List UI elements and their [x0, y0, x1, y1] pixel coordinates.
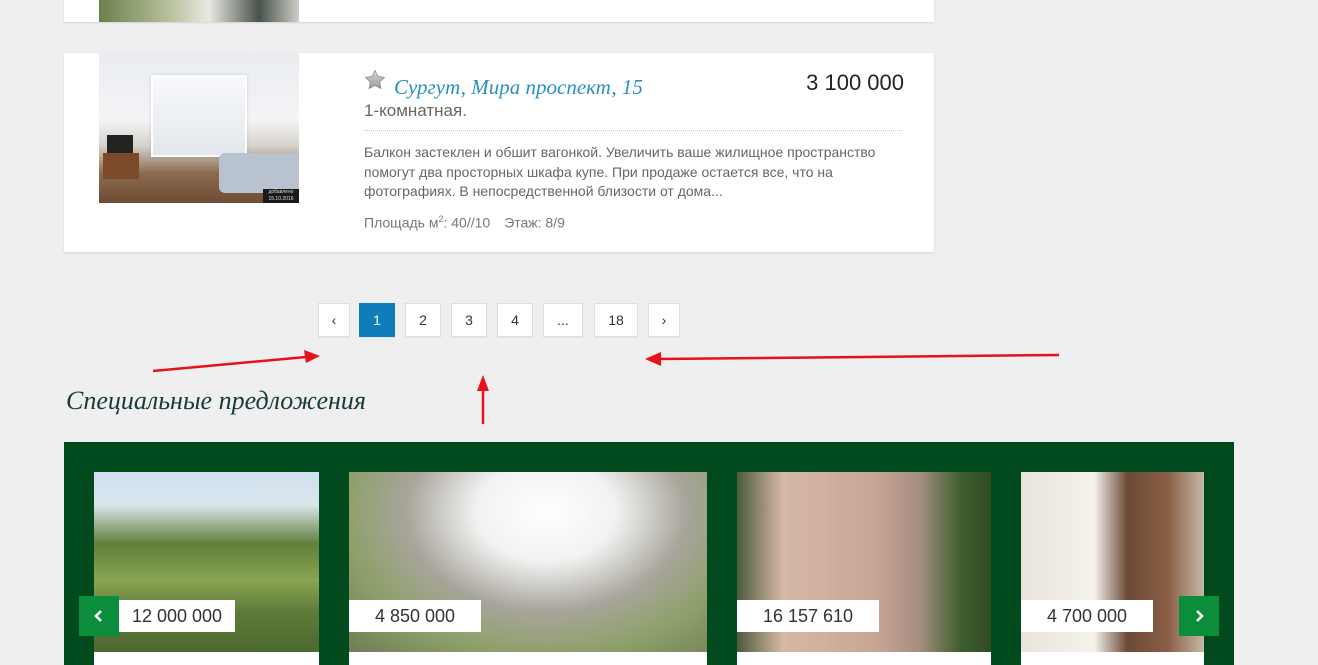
annotation-arrow-left — [152, 355, 307, 373]
offer-price-4: 4 700 000 — [1021, 600, 1153, 632]
listing-card: добавлено 15.10.2016 Сургут, Мира проспе… — [64, 53, 934, 252]
offer-card-3[interactable]: 16 157 610 — [737, 472, 991, 665]
offer-card-4[interactable]: 4 700 000 — [1021, 472, 1204, 665]
pagination-page-1[interactable]: 1 — [359, 303, 395, 337]
annotation-arrowhead-up — [477, 375, 489, 391]
pagination-page-4[interactable]: 4 — [497, 303, 533, 337]
carousel-next-button[interactable] — [1179, 596, 1219, 636]
offer-price-2: 4 850 000 — [349, 600, 481, 632]
chevron-left-icon — [94, 610, 102, 622]
photo-tv — [107, 135, 133, 153]
chevron-right-icon — [1196, 610, 1204, 622]
photo-stand — [103, 153, 139, 179]
previous-listing-card — [64, 0, 934, 22]
pagination-ellipsis[interactable]: ... — [543, 303, 583, 337]
listing-rooms: 1-комнатная. — [364, 101, 467, 120]
previous-listing-photo[interactable] — [99, 0, 299, 22]
photo-window — [151, 75, 247, 157]
listing-photo[interactable]: добавлено 15.10.2016 — [99, 53, 299, 203]
annotation-arrowhead-right — [645, 352, 661, 366]
annotation-arrowhead-left — [304, 350, 320, 363]
area-label: Площадь м — [364, 214, 439, 231]
carousel-prev-button[interactable] — [79, 596, 119, 636]
special-offers-title: Специальные предложения — [66, 386, 367, 415]
pagination-page-2[interactable]: 2 — [405, 303, 441, 337]
annotation-arrow-right — [659, 353, 1060, 361]
page: добавлено 15.10.2016 Сургут, Мира проспе… — [0, 0, 1318, 665]
floor-value: Этаж: 8/9 — [504, 214, 565, 231]
special-offers-carousel: 12 000 000 4 850 000 16 157 610 4 700 00… — [64, 442, 1234, 665]
offer-card-2[interactable]: 4 850 000 — [349, 472, 707, 665]
listing-title-link[interactable]: Сургут, Мира проспект, 15 — [394, 75, 643, 100]
listing-description: Балкон застеклен и обшит вагонкой. Увели… — [364, 144, 876, 199]
offer-price-3: 16 157 610 — [737, 600, 879, 632]
listing-price: 3 100 000 — [806, 70, 904, 95]
pagination-next-button[interactable]: › — [648, 303, 680, 337]
offer-price-1: 12 000 000 — [119, 600, 235, 632]
pagination-page-3[interactable]: 3 — [451, 303, 487, 337]
area-value: : 40//10 — [443, 214, 491, 231]
listing-specs: Площадь м2: 40//10 Этаж: 8/9 — [364, 214, 565, 231]
photo-stamp: добавлено 15.10.2016 — [263, 189, 299, 203]
offer-card-1[interactable]: 12 000 000 — [94, 472, 319, 665]
pagination-prev-button[interactable]: ‹ — [318, 303, 350, 337]
listing-divider — [364, 130, 902, 131]
pagination-page-18[interactable]: 18 — [594, 303, 638, 337]
photo-sofa — [219, 153, 299, 193]
star-icon[interactable] — [364, 69, 386, 91]
